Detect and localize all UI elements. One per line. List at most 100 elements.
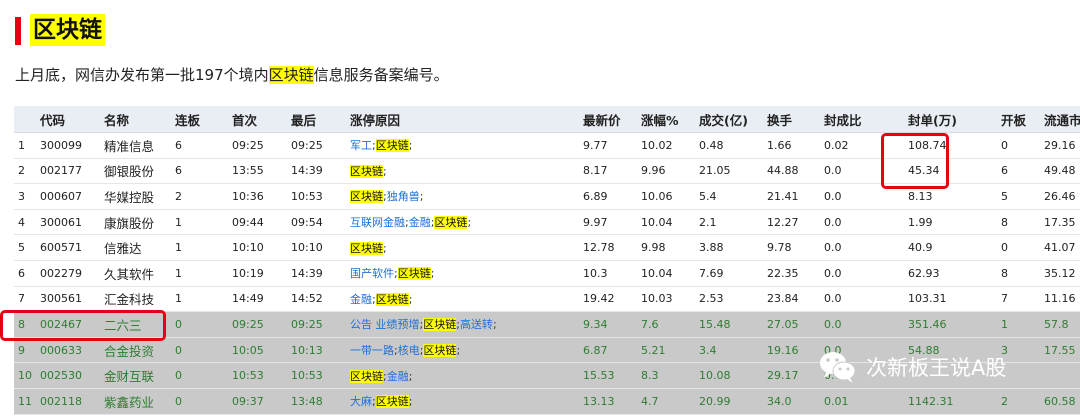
table-row[interactable]: 7 300561 汇金科技 1 14:49 14:52 金融;区块链; 19.42 10.03 2… [14,286,1080,313]
reason-tag[interactable]: 互联网金融 [350,216,405,229]
row-index: 9 [14,337,36,364]
first-limit-time: 14:49 [228,286,287,313]
header-seal-ratio[interactable]: 封成比 [820,106,904,133]
header-code[interactable]: 代码 [36,106,100,133]
turnover-rate: 29.17 [763,362,820,389]
turnover-amount: 20.99 [695,388,763,415]
float-mcap: 29.16 [1040,132,1080,159]
latest-price: 6.89 [579,183,637,210]
header-mcap[interactable]: 流通市值 [1040,106,1080,133]
turnover-rate: 23.84 [763,286,820,313]
reason-tag[interactable]: 大麻 [350,395,372,408]
change-pct: 8.3 [637,362,695,389]
reason-tag[interactable]: 区块链 [350,369,383,383]
seal-ratio: 0.0 [820,286,904,313]
stock-name: 汇金科技 [100,286,171,313]
header-board[interactable]: 连板 [171,106,228,133]
header-open[interactable]: 开板 [997,106,1040,133]
table-row[interactable]: 4 300061 康旗股份 1 09:44 09:54 互联网金融;金融;区块链; 9.97 1… [14,209,1080,236]
latest-price: 13.13 [579,388,637,415]
reason-tag[interactable]: 区块链 [397,267,431,281]
table-row[interactable]: 6 002279 久其软件 1 10:19 14:39 国产软件;区块链; 10.3 10.04… [14,260,1080,287]
open-count: 1 [997,311,1040,338]
header-name[interactable]: 名称 [100,106,171,133]
reason-tag[interactable]: 军工 [350,139,372,152]
reason-tag[interactable]: 一带一路 [350,344,394,357]
first-limit-time: 13:55 [228,158,287,185]
reason-tag[interactable]: 金融 [350,293,372,306]
last-limit-time: 14:39 [287,158,346,185]
header-last[interactable]: 最后 [287,106,346,133]
last-limit-time: 14:39 [287,260,346,287]
row-index: 2 [14,158,36,185]
turnover-amount: 21.05 [695,158,763,185]
last-limit-time: 10:13 [287,337,346,364]
seal-ratio: 0.0 [820,311,904,338]
limit-reason: 军工;区块链; [346,132,579,159]
last-limit-time: 10:53 [287,183,346,210]
limit-reason: 国产软件;区块链; [346,260,579,287]
row-index: 5 [14,234,36,261]
intro-highlight: 区块链 [268,66,314,84]
intro-before: 上月底，网信办发布第一批197个境内 [15,66,269,84]
table-row[interactable]: 5 600571 信雅达 1 10:10 10:10 区块链; 12.78 9.98 3.88 9.… [14,234,1080,261]
reason-tag[interactable]: 金融 [409,216,431,229]
title-accent-bar [15,17,21,45]
reason-tag[interactable]: 国产软件 [350,267,394,280]
first-limit-time: 09:44 [228,209,287,236]
float-mcap [1040,362,1080,389]
stock-code: 002118 [36,388,100,415]
reason-tag[interactable]: 区块链 [423,344,457,358]
reason-tag[interactable]: 区块链 [350,164,383,178]
stock-code: 002177 [36,158,100,185]
open-count: 0 [997,234,1040,261]
turnover-rate: 44.88 [763,158,820,185]
change-pct: 10.02 [637,132,695,159]
header-reason[interactable]: 涨停原因 [346,106,579,133]
reason-tag[interactable]: 区块链 [434,216,468,230]
table-row[interactable]: 11 002118 紫鑫药业 0 09:37 13:48 大麻;区块链; 13.13 4.7 20… [14,388,1080,415]
header-volume[interactable]: 成交(亿) [695,106,763,133]
turnover-rate: 12.27 [763,209,820,236]
header-seal-amount[interactable]: 封单(万) [904,106,997,133]
reason-tag[interactable]: 区块链 [423,318,457,332]
reason-tag[interactable]: 区块链 [350,190,383,204]
header-price[interactable]: 最新价 [579,106,637,133]
seal-ratio: 0.0 [820,234,904,261]
consecutive-boards: 0 [171,337,228,364]
reason-tag[interactable]: 区块链 [375,139,409,153]
open-count: 5 [997,183,1040,210]
header-turnover[interactable]: 换手 [763,106,820,133]
turnover-amount: 7.69 [695,260,763,287]
reason-separator: ; [408,139,413,153]
seal-ratio: 0.0 [820,260,904,287]
row-index: 11 [14,388,36,415]
header-first[interactable]: 首次 [228,106,287,133]
reason-tag[interactable]: 金融 [387,370,409,383]
turnover-amount: 15.48 [695,311,763,338]
stock-name: 合金投资 [100,337,171,364]
latest-price: 8.17 [579,158,637,185]
change-pct: 7.6 [637,311,695,338]
stock-code: 300561 [36,286,100,313]
intro-after: 信息服务备案编号。 [313,66,449,84]
header-pct[interactable]: 涨幅% [637,106,695,133]
reason-tag[interactable]: 区块链 [375,292,409,306]
reason-tag[interactable]: 公告 业绩预增 [350,318,420,331]
reason-tag[interactable]: 区块链 [350,241,383,255]
turnover-rate: 1.66 [763,132,820,159]
seal-ratio: 0.01 [820,388,904,415]
latest-price: 9.77 [579,132,637,159]
reason-tag[interactable]: 区块链 [375,395,409,409]
reason-tag[interactable]: 核电 [398,344,420,357]
reason-tag[interactable]: 高送转 [460,318,493,331]
last-limit-time: 09:25 [287,311,346,338]
reason-tag[interactable]: 独角兽 [387,190,420,203]
row-index: 7 [14,286,36,313]
reason-separator: ; [408,292,413,306]
table-row[interactable]: 8 002467 二六三 0 09:25 09:25 公告 业绩预增;区块链;高送转; 9.3… [14,311,1080,338]
first-limit-time: 09:37 [228,388,287,415]
turnover-amount: 3.4 [695,337,763,364]
stock-name: 久其软件 [100,260,171,287]
turnover-rate: 22.35 [763,260,820,287]
